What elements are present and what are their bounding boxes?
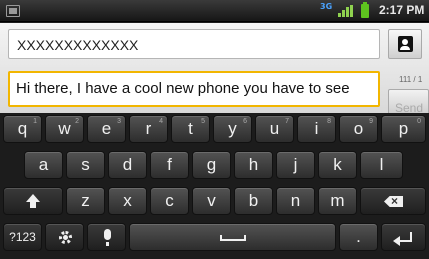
enter-key[interactable] [381, 223, 426, 251]
key-y[interactable]: y6 [213, 115, 252, 143]
key-r[interactable]: r4 [129, 115, 168, 143]
message-input[interactable]: Hi there, I have a cool new phone you ha… [8, 71, 380, 107]
microphone-icon [103, 229, 111, 246]
key-m[interactable]: m [318, 187, 357, 215]
gear-icon [58, 231, 72, 244]
backspace-icon [384, 196, 403, 207]
space-icon [219, 235, 246, 241]
key-x[interactable]: x [108, 187, 147, 215]
keyboard: q1 w2 e3 r4 t5 y6 u7 i8 o9 p0 a s d f g … [0, 113, 429, 259]
battery-icon [361, 2, 369, 18]
status-time: 2:17 PM [379, 3, 425, 17]
keyboard-row-3: z x c v b n m [0, 185, 429, 215]
shift-arrow-icon [26, 194, 40, 208]
key-e[interactable]: e3 [87, 115, 126, 143]
settings-key[interactable] [45, 223, 84, 251]
compose-area: XXXXXXXXXXXXX Hi there, I have a cool ne… [0, 23, 429, 119]
key-q[interactable]: q1 [3, 115, 42, 143]
key-b[interactable]: b [234, 187, 273, 215]
key-t[interactable]: t5 [171, 115, 210, 143]
key-h[interactable]: h [234, 151, 273, 179]
keyboard-row-2: a s d f g h j k l [0, 149, 429, 179]
character-counter: 111 / 1 [399, 75, 423, 84]
key-o[interactable]: o9 [339, 115, 378, 143]
key-k[interactable]: k [318, 151, 357, 179]
key-i[interactable]: i8 [297, 115, 336, 143]
space-key[interactable] [129, 223, 336, 251]
key-a[interactable]: a [24, 151, 63, 179]
key-j[interactable]: j [276, 151, 315, 179]
key-v[interactable]: v [192, 187, 231, 215]
key-d[interactable]: d [108, 151, 147, 179]
notification-icon [6, 5, 20, 17]
key-period[interactable]: . [339, 223, 378, 251]
delete-key[interactable] [360, 187, 426, 215]
key-g[interactable]: g [192, 151, 231, 179]
key-z[interactable]: z [66, 187, 105, 215]
recipient-field[interactable]: XXXXXXXXXXXXX [8, 29, 380, 59]
key-f[interactable]: f [150, 151, 189, 179]
network-3g-icon: 3G [320, 2, 333, 11]
keyboard-row-4: ?123 . [0, 221, 429, 251]
key-l[interactable]: l [360, 151, 403, 179]
voice-input-key[interactable] [87, 223, 126, 251]
keyboard-row-1: q1 w2 e3 r4 t5 y6 u7 i8 o9 p0 [0, 113, 429, 143]
status-bar: 3G 2:17 PM [0, 0, 429, 22]
key-c[interactable]: c [150, 187, 189, 215]
key-n[interactable]: n [276, 187, 315, 215]
key-p[interactable]: p0 [381, 115, 426, 143]
symbols-key[interactable]: ?123 [3, 223, 42, 251]
add-contact-button[interactable] [388, 29, 422, 59]
key-w[interactable]: w2 [45, 115, 84, 143]
key-s[interactable]: s [66, 151, 105, 179]
key-u[interactable]: u7 [255, 115, 294, 143]
contact-icon [398, 36, 413, 52]
shift-key[interactable] [3, 187, 63, 215]
signal-icon [338, 5, 354, 17]
enter-icon [392, 232, 412, 246]
